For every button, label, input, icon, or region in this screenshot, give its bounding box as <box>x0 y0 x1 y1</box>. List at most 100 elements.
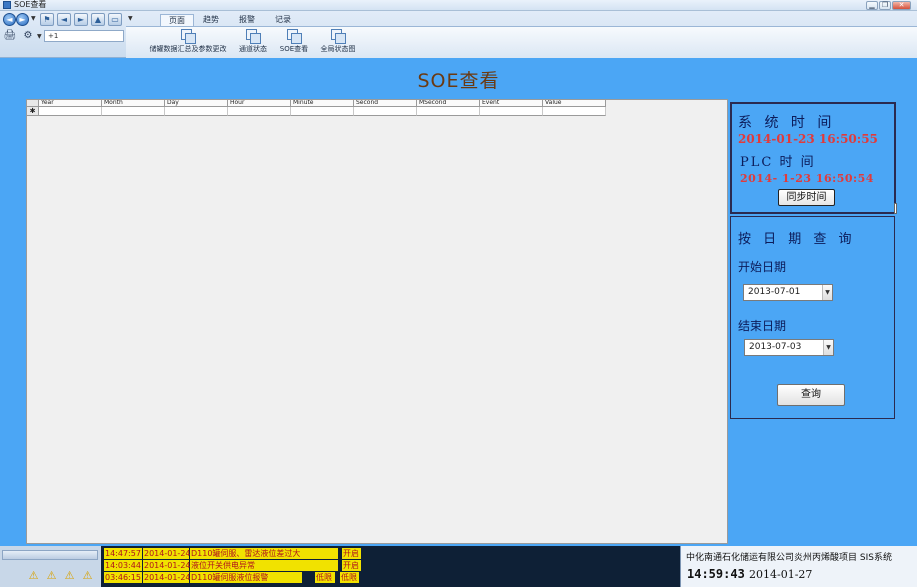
close-button[interactable]: ✕ <box>892 1 911 10</box>
forward-icon[interactable]: ► <box>16 13 29 26</box>
status-bar-field <box>2 550 98 560</box>
page-icon <box>181 29 196 44</box>
app-icon <box>3 1 11 9</box>
alarm-row[interactable]: 03:46:15 2014-01-24 D110罐伺服液位报警 低限 低限 <box>104 572 360 583</box>
customize-dropdown-icon[interactable]: ▼ <box>128 15 133 22</box>
chevron-down-icon[interactable]: ▼ <box>822 285 832 300</box>
sync-time-button[interactable]: 同步时间 <box>778 189 835 206</box>
start-date-value: 2013-07-01 <box>748 287 801 297</box>
column-minute[interactable]: Minute <box>291 100 354 107</box>
system-time-value: 2014-01-23 16:50:55 <box>738 132 878 146</box>
window-icon[interactable]: ▭ <box>108 13 122 26</box>
up-icon[interactable]: ▲ <box>91 13 105 26</box>
back-icon[interactable]: ◄ <box>3 13 16 26</box>
grid-cell[interactable] <box>228 107 291 116</box>
column-month[interactable]: Month <box>102 100 165 107</box>
page-title: SOE查看 <box>417 70 500 92</box>
start-date-label: 开始日期 <box>738 260 787 274</box>
plc-time-value: 2014- 1-23 16:50:54 <box>740 172 874 185</box>
grid-cell[interactable] <box>354 107 417 116</box>
query-title: 按 日 期 查 询 <box>738 232 856 247</box>
print-icon[interactable]: 🖨 <box>3 30 17 42</box>
zoom-input[interactable]: +1 <box>44 30 124 42</box>
tab-alarm[interactable]: 报警 <box>232 14 262 26</box>
end-date-picker[interactable]: 2013-07-03 ▼ <box>744 339 834 356</box>
alarm-ack-icon[interactable]: ⚠ <box>27 570 40 582</box>
channel-status-button[interactable]: 通道状态 <box>236 29 270 57</box>
restore-button[interactable]: ❐ <box>879 1 891 10</box>
next-page-icon[interactable]: ► <box>74 13 88 26</box>
tab-record[interactable]: 记录 <box>268 14 298 26</box>
page-icon <box>331 29 346 44</box>
start-date-picker[interactable]: 2013-07-01 ▼ <box>743 284 833 301</box>
grid-cell[interactable] <box>480 107 543 116</box>
time-panel: 系 统 时 间 2014-01-23 16:50:55 PLC 时 间 2014… <box>730 102 896 214</box>
current-time: 14:59:43 <box>687 567 745 581</box>
scroll-handle[interactable] <box>894 203 897 214</box>
alarm-date: 2014-01-24 <box>143 572 191 583</box>
soe-view-button[interactable]: SOE查看 <box>278 29 310 57</box>
grid-cell[interactable] <box>165 107 228 116</box>
grid-cell[interactable] <box>543 107 606 116</box>
alarm-state <box>339 560 341 571</box>
column-second[interactable]: Second <box>354 100 417 107</box>
nav-dropdown-icon[interactable]: ▼ <box>31 15 36 22</box>
alarm-description: D110罐伺服、雷达液位差过大 <box>190 548 338 559</box>
global-status-button[interactable]: 全局状态图 <box>318 29 358 57</box>
alarm-filter-icon[interactable]: ⚠ <box>63 570 76 582</box>
column-year[interactable]: Year <box>39 100 102 107</box>
grid-cell[interactable] <box>291 107 354 116</box>
channel-status-label: 通道状态 <box>239 45 267 53</box>
tab-trend[interactable]: 趋势 <box>196 14 226 26</box>
company-name: 中化南通石化储运有限公司炎州丙烯酸项目 SIS系统 <box>686 553 892 563</box>
alarm-description: 液位开关供电异常 <box>190 560 338 571</box>
column-hour[interactable]: Hour <box>228 100 291 107</box>
grid-cell[interactable] <box>102 107 165 116</box>
alarm-state <box>339 548 341 559</box>
alarm-state: 低限 <box>315 572 335 583</box>
column-day[interactable]: Day <box>165 100 228 107</box>
new-row-marker: ✱ <box>27 107 39 116</box>
status-tools: ⚠ ⚠ ⚠ ⚠ <box>0 546 101 587</box>
alarm-time: 14:47:57 <box>104 548 142 559</box>
page-icon <box>246 29 261 44</box>
end-date-label: 结束日期 <box>738 319 787 333</box>
alarm-row[interactable]: 14:47:57 2014-01-24 D110罐伺服、雷达液位差过大 开启 <box>104 548 362 559</box>
soe-grid[interactable]: Year Month Day Hour Minute Second MSecon… <box>26 99 728 544</box>
alarm-row[interactable]: 14:03:44 2014-01-24 液位开关供电异常 开启 <box>104 560 362 571</box>
grid-cell[interactable] <box>39 107 102 116</box>
soe-view-label: SOE查看 <box>279 45 309 53</box>
grid-cell[interactable] <box>417 107 480 116</box>
grid-corner[interactable] <box>27 100 39 107</box>
global-status-label: 全局状态图 <box>320 45 356 53</box>
alarm-action: 开启 <box>342 560 361 571</box>
warning-icon[interactable]: ⚠ <box>81 570 94 582</box>
column-value[interactable]: Value <box>543 100 606 107</box>
alarm-time: 14:03:44 <box>104 560 142 571</box>
date-query-panel: 按 日 期 查 询 开始日期 2013-07-01 ▼ 结束日期 2013-07… <box>730 216 895 419</box>
alarm-panel: 14:47:57 2014-01-24 D110罐伺服、雷达液位差过大 开启 1… <box>101 546 680 587</box>
quick-access-toolbar: ◄ ► ▼ ⚑ ◄ ► ▲ ▭ 🖨 ⚙ ▼ +1 <box>0 11 124 58</box>
alarm-description: D110罐伺服液位报警 <box>190 572 302 583</box>
bookmark-icon[interactable]: ⚑ <box>40 13 54 26</box>
alarm-time: 03:46:15 <box>104 572 142 583</box>
window-title: SOE查看 <box>14 0 47 9</box>
chevron-down-icon[interactable]: ▼ <box>823 340 833 355</box>
tank-data-button[interactable]: 储罐数据汇总及参数更改 <box>148 29 228 57</box>
prev-page-icon[interactable]: ◄ <box>57 13 71 26</box>
system-time-label: 系 统 时 间 <box>738 115 836 131</box>
table-row[interactable]: ✱ <box>27 107 606 116</box>
system-info-panel: 中化南通石化储运有限公司炎州丙烯酸项目 SIS系统 14:59:43 2014-… <box>680 546 917 587</box>
alarm-action: 开启 <box>342 548 361 559</box>
column-msecond[interactable]: MSecond <box>417 100 480 107</box>
alarm-date: 2014-01-24 <box>143 548 191 559</box>
query-button[interactable]: 查询 <box>777 384 845 406</box>
tool-dropdown-icon[interactable]: ▼ <box>37 33 42 40</box>
column-event[interactable]: Event <box>480 100 543 107</box>
title-bar: SOE查看 ▁ ❐ ✕ <box>0 0 917 11</box>
tab-page[interactable]: 页面 <box>160 14 194 26</box>
alarm-silence-icon[interactable]: ⚠ <box>45 570 58 582</box>
end-date-value: 2013-07-03 <box>749 342 802 352</box>
minimize-button[interactable]: ▁ <box>866 1 878 10</box>
tool-icon[interactable]: ⚙ <box>21 30 35 42</box>
